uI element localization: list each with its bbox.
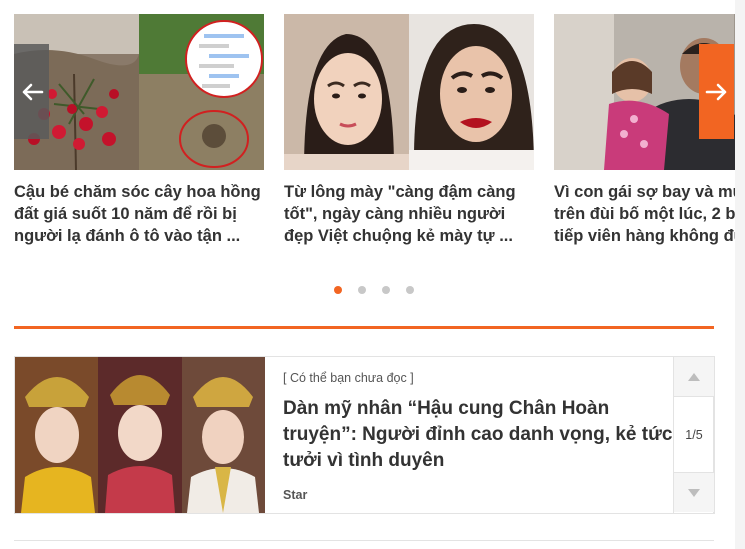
arrow-left-icon (22, 83, 43, 100)
triangle-up-icon (688, 372, 700, 381)
suggested-article-content: [ Có thể bạn chưa đọc ] Dàn mỹ nhân “Hậu… (283, 371, 673, 474)
carousel-prev-button[interactable] (14, 44, 49, 139)
card-title[interactable]: Từ lông mày "càng đậm càng tốt", ngày cà… (284, 181, 534, 247)
carousel-dot-1[interactable] (334, 286, 342, 294)
carousel-dot-4[interactable] (406, 286, 414, 294)
suggested-source[interactable]: Star (283, 488, 307, 502)
triangle-down-icon (688, 488, 700, 497)
suggested-kicker: [ Có thể bạn chưa đọc ] (283, 371, 414, 385)
suggested-article-box: [ Có thể bạn chưa đọc ] Dàn mỹ nhân “Hậu… (14, 356, 715, 514)
suggested-pager: 1/5 (673, 356, 715, 514)
pager-down-button[interactable] (674, 472, 714, 512)
suggested-article-thumbnail[interactable] (15, 357, 265, 513)
carousel-card[interactable]: Cậu bé chăm sóc cây hoa hồng đất giá suố… (14, 14, 264, 247)
carousel-dot-2[interactable] (358, 286, 366, 294)
carousel-dot-3[interactable] (382, 286, 390, 294)
suggested-headline[interactable]: Dàn mỹ nhân “Hậu cung Chân Hoàn truyện”:… (283, 396, 673, 474)
card-title[interactable]: Vì con gái sợ bay và muốn ngồi trên đùi … (554, 181, 745, 247)
section-divider (14, 326, 714, 329)
arrow-right-icon (705, 83, 726, 100)
card-thumbnail-rose-bush[interactable] (14, 14, 264, 170)
pager-counter: 1/5 (685, 427, 703, 442)
pager-up-button[interactable] (674, 357, 714, 397)
bottom-divider (14, 540, 714, 541)
card-thumbnail-eyebrows[interactable] (284, 14, 534, 170)
card-title[interactable]: Cậu bé chăm sóc cây hoa hồng đất giá suố… (14, 181, 264, 247)
page-scroll-gutter (735, 0, 745, 549)
carousel-pagination (0, 286, 745, 294)
related-carousel: Cậu bé chăm sóc cây hoa hồng đất giá suố… (0, 0, 745, 310)
carousel-next-button[interactable] (699, 44, 734, 139)
carousel-card[interactable]: Từ lông mày "càng đậm càng tốt", ngày cà… (284, 14, 534, 247)
